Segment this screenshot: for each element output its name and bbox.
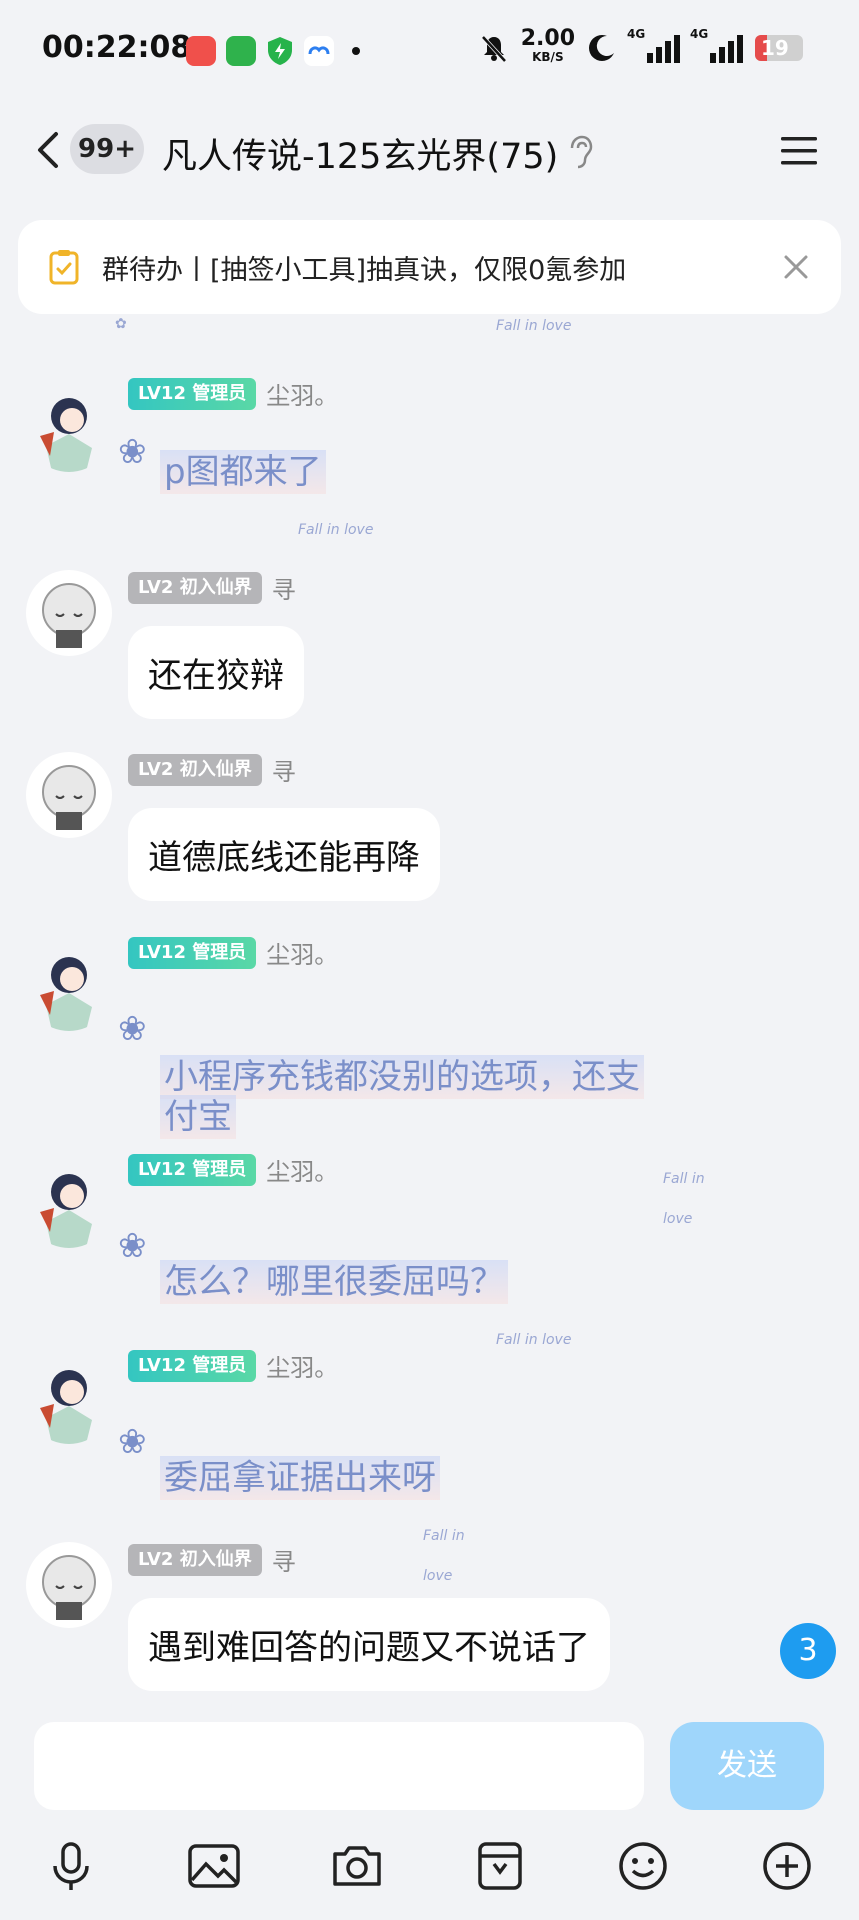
message-item: LV2 初入仙界 寻 道德底线还能再降 <box>0 752 859 902</box>
send-button[interactable]: 发送 <box>670 1722 824 1810</box>
unread-count-badge[interactable]: 99+ <box>70 124 144 174</box>
network-speed: 2.00 KB/S <box>521 28 575 66</box>
chat-header: 99+ 凡人传说-125玄光界(75) <box>0 110 859 190</box>
message-text: p图都来了 <box>160 450 326 494</box>
message-bubble[interactable]: ❀ 小程序充钱都没别的选项，还支 付宝 Fall in love <box>118 979 738 1227</box>
battery-level: 19 <box>761 36 789 60</box>
message-text: 还在狡辩 <box>148 656 284 696</box>
cloud-app-icon <box>304 36 334 66</box>
message-bubble[interactable]: 还在狡辩 <box>128 626 304 719</box>
moon-icon <box>589 35 614 61</box>
signal-type-label: 4G <box>627 27 646 41</box>
message-item: LV12 管理员 尘羽。 ❀ 怎么？哪里很委屈吗？ Fall in love <box>0 1152 859 1348</box>
close-icon[interactable] <box>781 252 811 282</box>
message-text: 委屈拿证据出来呀 <box>160 1456 440 1500</box>
camera-icon[interactable] <box>329 1838 385 1894</box>
status-notification-icons <box>186 36 360 66</box>
emoji-icon[interactable] <box>615 1838 671 1894</box>
level-badge: LV12 管理员 <box>128 1153 257 1186</box>
level-badge: LV2 初入仙界 <box>128 753 262 786</box>
message-item: LV12 管理员 尘羽。 ❀ p图都来了 Fall in love <box>0 376 859 538</box>
app-notification-icon <box>186 36 216 66</box>
decor-script: Fall in love <box>496 318 572 334</box>
message-item: LV2 初入仙界 寻 还在狡辩 <box>0 570 859 720</box>
message-bubble[interactable]: ❀ 委屈拿证据出来呀 Fall in love <box>118 1392 498 1584</box>
plus-icon[interactable] <box>759 1838 815 1894</box>
new-message-count-badge[interactable]: 3 <box>780 1623 836 1679</box>
avatar[interactable] <box>26 1542 112 1628</box>
signal-icon: 4G <box>690 27 743 63</box>
avatar[interactable] <box>26 570 112 656</box>
clock: 00:22:08 <box>42 30 192 65</box>
decor-flower: ✿ <box>115 316 127 332</box>
app-notification-icon <box>226 36 256 66</box>
message-text: 遇到难回答的问题又不说话了 <box>148 1628 590 1668</box>
level-badge: LV12 管理员 <box>128 1349 257 1382</box>
shield-icon <box>268 37 292 65</box>
message-text-line1: 小程序充钱都没别的选项，还支 <box>160 1055 644 1099</box>
message-item: LV12 管理员 尘羽。 ❀ 委屈拿证据出来呀 Fall in love <box>0 1348 859 1584</box>
signal-icon: 4G <box>627 27 680 63</box>
signal-type-label: 4G <box>690 27 709 41</box>
ear-mode-icon[interactable] <box>566 134 594 170</box>
decor-script: Fall in love <box>298 522 374 538</box>
avatar[interactable] <box>26 386 112 472</box>
status-bar: 00:22:08 2.00 KB/S 4G 4G 19 <box>0 0 859 100</box>
message-text: 怎么？哪里很委屈吗？ <box>160 1260 508 1304</box>
rose-decor-icon: ❀ <box>118 432 147 472</box>
menu-icon[interactable] <box>779 134 819 168</box>
sender-name[interactable]: 尘羽。 <box>266 376 338 411</box>
rose-decor-icon: ❀ <box>118 1226 147 1266</box>
todo-icon <box>49 250 79 285</box>
level-badge: LV12 管理员 <box>128 936 257 969</box>
sticker-icon[interactable] <box>472 1838 528 1894</box>
back-arrow-icon[interactable] <box>30 128 70 172</box>
message-input[interactable] <box>34 1722 644 1810</box>
group-todo-banner[interactable]: 群待办丨[抽签小工具]抽真诀，仅限0氪参加 <box>18 220 841 314</box>
level-badge: LV2 初入仙界 <box>128 1543 262 1576</box>
avatar[interactable] <box>26 1358 112 1444</box>
rose-decor-icon: ❀ <box>118 1422 147 1462</box>
group-title[interactable]: 凡人传说-125玄光界(75) <box>162 128 558 179</box>
mute-bell-icon <box>481 35 507 63</box>
avatar[interactable] <box>26 945 112 1031</box>
message-item: LV12 管理员 尘羽。 ❀ 小程序充钱都没别的选项，还支 付宝 Fall in… <box>0 935 859 1227</box>
sender-name[interactable]: 尘羽。 <box>266 1152 338 1187</box>
image-icon[interactable] <box>186 1838 242 1894</box>
sender-name[interactable]: 寻 <box>272 752 296 787</box>
rose-decor-icon: ❀ <box>118 1009 147 1049</box>
more-notifications-dot <box>352 47 360 55</box>
sender-name[interactable]: 寻 <box>272 1542 296 1577</box>
message-text-line2: 付宝 <box>160 1095 236 1139</box>
avatar[interactable] <box>26 752 112 838</box>
input-bar: 发送 <box>0 1708 859 1920</box>
message-item: LV2 初入仙界 寻 遇到难回答的问题又不说话了 <box>0 1542 859 1692</box>
todo-text[interactable]: 群待办丨[抽签小工具]抽真诀，仅限0氪参加 <box>102 248 626 287</box>
input-toolbar <box>0 1838 859 1908</box>
battery-icon: 19 <box>755 35 803 61</box>
message-text: 道德底线还能再降 <box>148 838 420 878</box>
sender-name[interactable]: 尘羽。 <box>266 1348 338 1383</box>
sender-name[interactable]: 尘羽。 <box>266 935 338 970</box>
message-bubble[interactable]: ❀ 怎么？哪里很委屈吗？ Fall in love <box>118 1196 588 1348</box>
sender-name[interactable]: 寻 <box>272 570 296 605</box>
avatar[interactable] <box>26 1162 112 1248</box>
message-bubble[interactable]: 道德底线还能再降 <box>128 808 440 901</box>
level-badge: LV2 初入仙界 <box>128 571 262 604</box>
message-bubble[interactable]: 遇到难回答的问题又不说话了 <box>128 1598 610 1691</box>
level-badge: LV12 管理员 <box>128 377 257 410</box>
message-bubble[interactable]: ❀ p图都来了 Fall in love <box>118 420 378 538</box>
mic-icon[interactable] <box>43 1838 99 1894</box>
